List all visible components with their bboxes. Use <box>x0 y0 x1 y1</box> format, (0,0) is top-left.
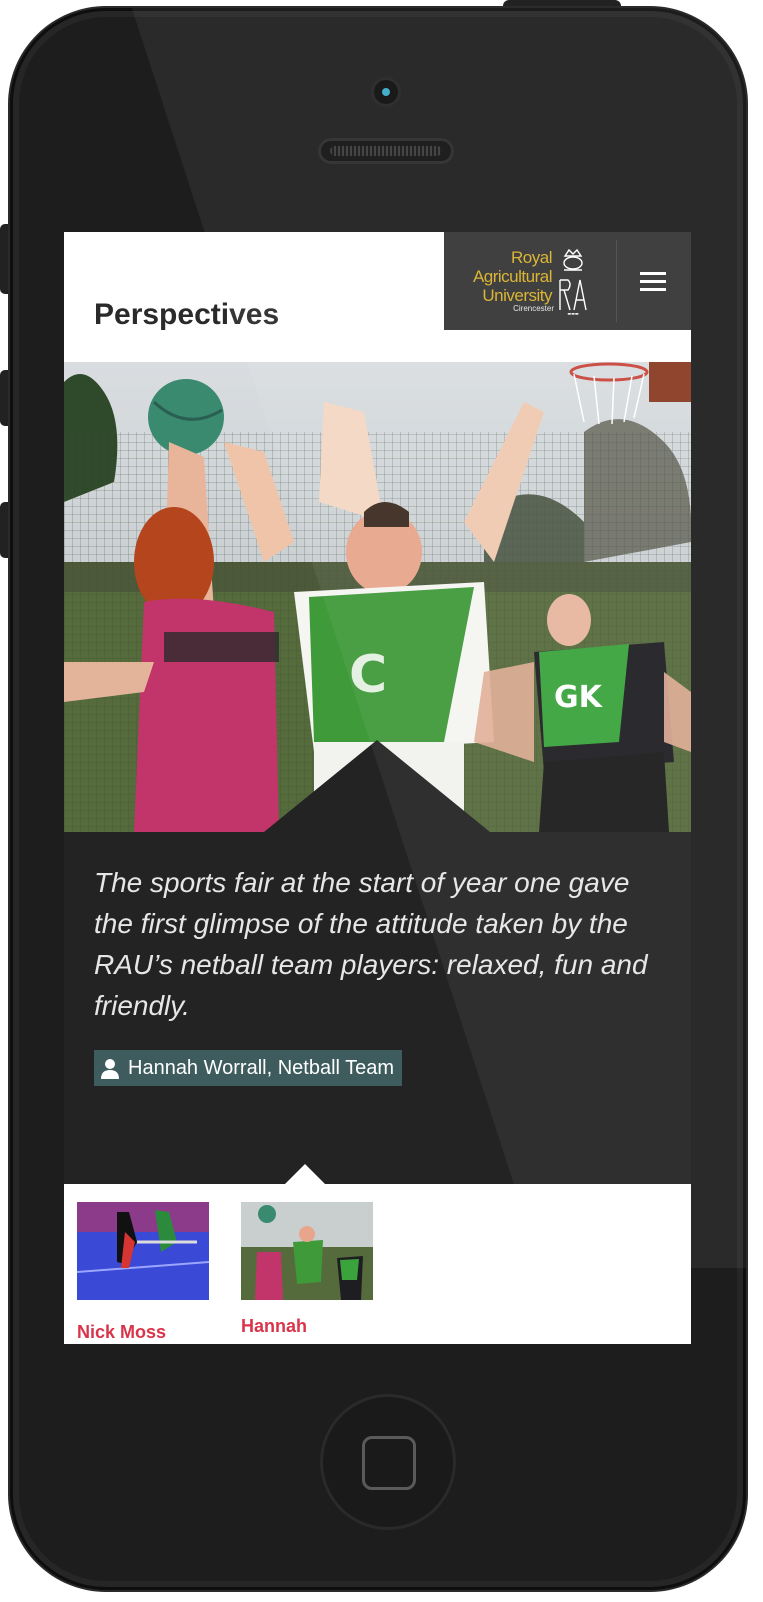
svg-text:▬▬▬: ▬▬▬ <box>567 311 579 316</box>
brand-box: Royal Agricultural University Cirenceste… <box>444 232 691 330</box>
quote-panel: The sports fair at the start of year one… <box>64 832 691 1184</box>
thumbnail-label-nick-moss[interactable]: Nick Moss <box>77 1322 166 1343</box>
hero-image-netball: C GK <box>64 362 691 832</box>
logo-line-university: University <box>482 286 552 305</box>
svg-text:C: C <box>349 645 387 705</box>
hamburger-icon[interactable] <box>640 272 666 292</box>
logo-line-agricultural: Agricultural <box>472 267 553 286</box>
thumbnail-nick-moss[interactable] <box>77 1202 209 1300</box>
page-title: Perspectives <box>94 298 280 331</box>
active-thumb-pointer <box>283 1164 327 1186</box>
attribution-badge[interactable]: Hannah Worrall, Netball Team <box>94 1050 403 1086</box>
header-divider <box>616 240 617 322</box>
site-header: Perspectives Royal Agricultural Universi… <box>64 232 691 362</box>
person-icon <box>101 1059 119 1079</box>
attribution-text: Hannah Worrall, Netball Team <box>128 1057 395 1079</box>
front-camera <box>374 80 398 104</box>
thumbnail-hannah[interactable] <box>241 1202 373 1300</box>
crest-icon: ▬▬▬ <box>559 248 587 316</box>
logo-line-royal: Royal <box>511 248 552 267</box>
home-button[interactable] <box>320 1394 456 1530</box>
thumbnail-label-hannah[interactable]: Hannah <box>241 1316 307 1337</box>
perspectives-thumbnails: Nick Moss Hannah <box>64 1164 691 1344</box>
home-square-icon <box>362 1436 416 1490</box>
phone-screen: Perspectives Royal Agricultural Universi… <box>64 232 691 1344</box>
logo-city: Cirencester <box>513 304 554 313</box>
svg-text:GK: GK <box>554 680 604 715</box>
earpiece-speaker <box>318 138 454 164</box>
university-logo[interactable]: Royal Agricultural University <box>466 248 553 305</box>
quote-text: The sports fair at the start of year one… <box>94 867 648 1021</box>
